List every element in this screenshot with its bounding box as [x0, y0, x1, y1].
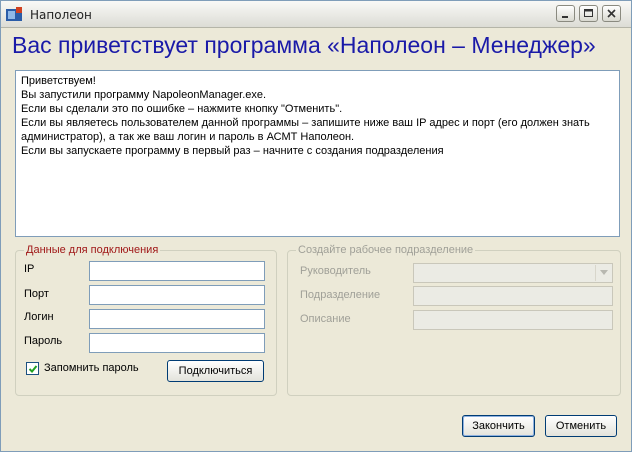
combo-dropdown-button	[595, 265, 611, 281]
welcome-heading: Вас приветствует программа «Наполеон – М…	[12, 32, 596, 58]
password-label: Пароль	[24, 335, 63, 347]
chevron-down-icon	[600, 270, 608, 275]
cancel-button[interactable]: Отменить	[545, 415, 617, 437]
main-window: Наполеон Вас приветствует программа «Нап…	[0, 0, 632, 452]
minimize-icon	[562, 16, 568, 18]
message-line: Если вы сделали это по ошибке – нажмите …	[21, 103, 343, 115]
finish-button[interactable]: Закончить	[462, 415, 535, 437]
description-input	[413, 310, 613, 330]
department-input	[413, 286, 613, 306]
close-button[interactable]	[602, 5, 621, 22]
close-icon	[607, 9, 616, 18]
message-line: администратор), а так же ваш логин и пар…	[21, 131, 355, 143]
title-bar[interactable]: Наполеон	[1, 1, 631, 28]
login-label: Логин	[24, 311, 54, 323]
window-title: Наполеон	[30, 8, 92, 22]
message-line: Если вы являетесь пользователем данной п…	[21, 117, 590, 129]
connect-button[interactable]: Подключиться	[167, 360, 264, 382]
minimize-button[interactable]	[556, 5, 575, 22]
check-icon	[28, 365, 38, 373]
department-group-title: Создайте рабочее подразделение	[298, 244, 474, 256]
maximize-icon	[584, 9, 593, 17]
message-line: Если вы запускаете программу в первый ра…	[21, 145, 444, 157]
port-input[interactable]	[89, 285, 265, 305]
message-text-area[interactable]: Приветствуем! Вы запустили программу Nap…	[15, 70, 620, 237]
port-label: Порт	[24, 288, 49, 300]
ip-input[interactable]	[89, 261, 265, 281]
message-line: Приветствуем!	[21, 75, 96, 87]
message-line: Вы запустили программу NapoleonManager.e…	[21, 89, 267, 101]
head-combobox	[413, 263, 613, 283]
maximize-button[interactable]	[579, 5, 598, 22]
head-label: Руководитель	[300, 265, 371, 277]
remember-password-label[interactable]: Запомнить пароль	[44, 362, 139, 374]
description-label: Описание	[300, 313, 351, 325]
app-icon	[6, 7, 22, 21]
ip-label: IP	[24, 263, 35, 275]
remember-password-checkbox[interactable]	[26, 362, 39, 375]
password-input[interactable]	[89, 333, 265, 353]
connection-group-title: Данные для подключения	[26, 244, 159, 256]
login-input[interactable]	[89, 309, 265, 329]
department-label: Подразделение	[300, 289, 381, 301]
